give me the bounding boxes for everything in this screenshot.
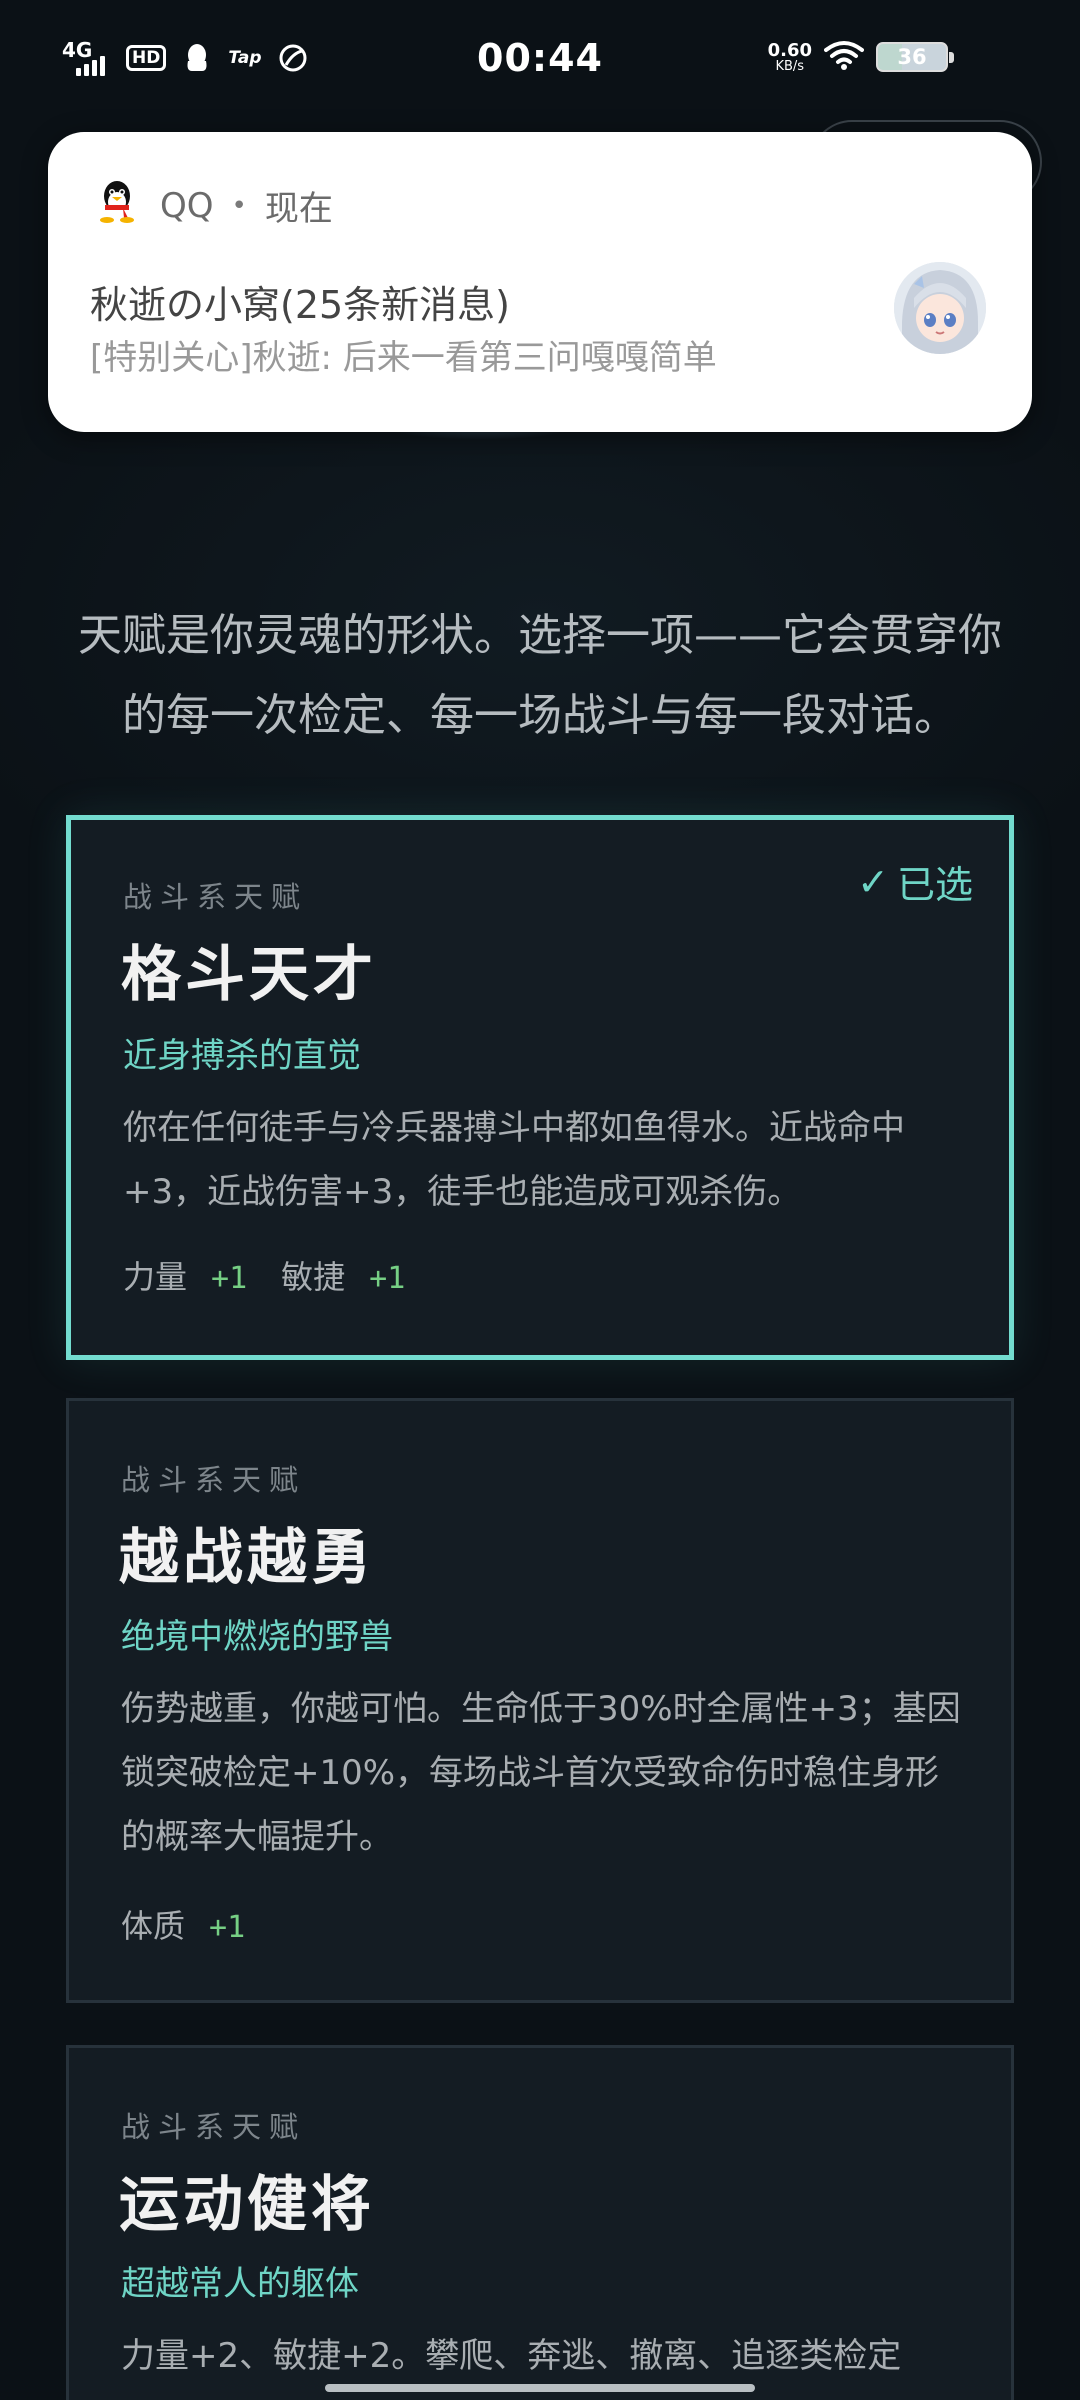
- talent-category: 战斗系天赋: [123, 880, 309, 914]
- talent-description: 你在任何徒手与冷兵器搏斗中都如鱼得水。近战命中+3，近战伤害+3，徒手也能造成可…: [123, 1108, 905, 1212]
- intro-text: 天赋是你灵魂的形状。选择一项——它会贯穿你的每一次检定、每一场战斗与每一段对话。: [78, 610, 1002, 741]
- home-indicator[interactable]: [325, 2384, 755, 2392]
- attr-label: 力量: [123, 1258, 188, 1296]
- talent-description: 力量+2、敏捷+2。攀爬、奔逃、撤离、追逐类检定: [121, 2336, 902, 2376]
- talent-tagline: 近身搏杀的直觉: [123, 1036, 361, 1076]
- talent-category: 战斗系天赋: [121, 2110, 307, 2144]
- talent-selection-screen: 4G HD Tap 00:44 0.60 KB/s 36 QQ • 现在 秋逝の…: [0, 0, 1080, 2400]
- notification-time: 现在: [264, 189, 333, 229]
- attr-label: 体质: [121, 1907, 186, 1945]
- network-speed: 0.60 KB/s: [767, 39, 812, 74]
- talent-name: 越战越勇: [119, 1523, 375, 1593]
- talent-category: 战斗系天赋: [121, 1463, 307, 1497]
- attribute-bonuses: 力量 +1 敏捷 +1: [123, 1252, 439, 1298]
- talent-name: 格斗天才: [121, 940, 377, 1010]
- attr-value: +1: [369, 1261, 406, 1296]
- status-right: 0.60 KB/s 36: [767, 39, 954, 74]
- talent-name: 运动健将: [119, 2170, 375, 2240]
- qq-notification[interactable]: QQ • 现在 秋逝の小窝(25条新消息) [特别关心]秋逝: 后来一看第三问嘎…: [48, 132, 1032, 432]
- wifi-icon: [824, 40, 864, 74]
- talent-tagline: 绝境中燃烧的野兽: [121, 1617, 393, 1657]
- qq-app-icon: [92, 176, 142, 235]
- attr-value: +1: [209, 1910, 246, 1945]
- attribute-bonuses: 体质 +1: [121, 1901, 279, 1947]
- attr-label: 敏捷: [281, 1258, 346, 1296]
- talent-card-fighting-genius[interactable]: ✓ 已选 战斗系天赋 格斗天才 近身搏杀的直觉 你在任何徒手与冷兵器搏斗中都如鱼…: [66, 815, 1014, 1360]
- sender-avatar: [894, 262, 986, 354]
- selected-badge: ✓ 已选: [857, 854, 973, 909]
- talent-card-athlete[interactable]: 战斗系天赋 运动健将 超越常人的躯体 力量+2、敏捷+2。攀爬、奔逃、撤离、追逐…: [66, 2045, 1014, 2400]
- battery-icon: 36: [876, 42, 954, 72]
- attr-value: +1: [211, 1261, 248, 1296]
- notification-separator: •: [231, 190, 247, 221]
- selected-label: 已选: [896, 863, 973, 907]
- talent-card-battle-frenzy[interactable]: 战斗系天赋 越战越勇 绝境中燃烧的野兽 伤势越重，你越可怕。生命低于30%时全属…: [66, 1398, 1014, 2003]
- talent-description: 伤势越重，你越可怕。生命低于30%时全属性+3；基因锁突破检定+10%，每场战斗…: [121, 1689, 961, 1857]
- notification-title: 秋逝の小窝(25条新消息): [90, 283, 511, 327]
- notification-app-name: QQ: [160, 185, 214, 226]
- notification-header: QQ • 现在: [92, 176, 333, 235]
- check-icon: ✓: [857, 859, 889, 904]
- battery-level: 36: [897, 45, 927, 69]
- notification-body: [特别关心]秋逝: 后来一看第三问嘎嘎简单: [90, 338, 717, 378]
- status-bar: 4G HD Tap 00:44 0.60 KB/s 36: [0, 0, 1080, 124]
- talent-tagline: 超越常人的躯体: [121, 2264, 359, 2304]
